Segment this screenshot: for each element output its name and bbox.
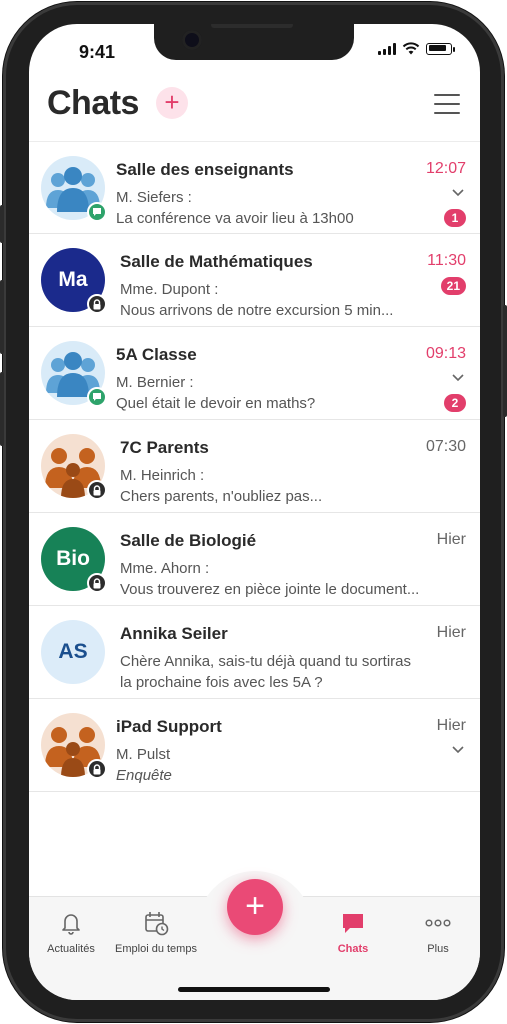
chat-preview: La conférence va avoir lieu à 13h00 (116, 210, 354, 227)
avatar-initials: AS (58, 640, 88, 663)
chat-time: 09:13 (425, 345, 466, 362)
volume-up-button (0, 280, 4, 354)
chat-sender: M. Heinrich : (120, 467, 205, 484)
mute-switch (0, 205, 4, 243)
wifi-icon (402, 42, 420, 55)
chat-row[interactable]: AS Annika Seiler Chère Annika, sais-tu d… (29, 606, 480, 699)
avatar-initials: Ma (58, 268, 88, 291)
tab-label: Emploi du temps (115, 943, 197, 955)
unread-badge: 1 (444, 209, 466, 227)
unread-badge: 21 (440, 277, 466, 295)
chevron-down-icon[interactable] (452, 743, 464, 755)
avatar: AS (41, 620, 105, 684)
menu-icon[interactable] (434, 94, 460, 114)
bell-icon (62, 914, 80, 935)
chat-row[interactable]: iPad Support M. Pulst Enquête Hier (29, 699, 480, 792)
chat-preview-line-1: Chère Annika, sais-tu déjà quand tu sort… (120, 653, 411, 670)
chat-preview: Enquête (116, 767, 172, 784)
tab-label: Plus (427, 943, 449, 955)
chat-row[interactable]: Salle des enseignants M. Siefers : La co… (29, 141, 480, 234)
chat-row[interactable]: Bio Salle de Biologié Mme. Ahorn : Vous … (29, 513, 480, 606)
tab-emploi-du-temps[interactable]: Emploi du temps (106, 909, 206, 955)
chat-preview: Chers parents, n'oubliez pas... (120, 488, 323, 505)
chat-preview: Vous trouverez en pièce jointe le docume… (120, 581, 420, 598)
battery-icon (426, 42, 455, 55)
chat-title: Annika Seiler (120, 624, 228, 643)
chat-time: Hier (436, 531, 466, 548)
unread-badge: 2 (444, 394, 466, 412)
tab-plus[interactable]: Plus (388, 909, 480, 955)
status-time: 9:41 (79, 42, 116, 62)
chat-preview-line-2: la prochaine fois avec les 5A ? (120, 674, 323, 691)
power-button (503, 305, 507, 417)
phone-screen: 9:41 Chats + Salle des enseignants M. Si… (29, 24, 480, 1000)
chat-time: Hier (436, 717, 466, 734)
chat-time: 12:07 (425, 160, 466, 177)
avatar-initials: Bio (56, 547, 90, 570)
front-camera (182, 30, 202, 50)
chat-sender: M. Pulst (116, 746, 171, 763)
page-title: Chats (47, 84, 139, 122)
header: Chats + (47, 84, 462, 128)
chat-title: 5A Classe (116, 345, 197, 364)
chat-title: 7C Parents (120, 438, 209, 457)
calendar-clock-icon (145, 912, 169, 936)
chat-title: Salle de Mathématiques (120, 252, 313, 271)
home-indicator[interactable] (178, 987, 330, 992)
chat-list: Salle des enseignants M. Siefers : La co… (29, 141, 480, 792)
more-dots-icon (425, 919, 451, 927)
chat-time: 11:30 (427, 252, 466, 269)
chat-title: Salle des enseignants (116, 160, 294, 179)
add-chat-button[interactable]: + (156, 87, 188, 119)
chat-preview: Quel était le devoir en maths? (116, 395, 316, 412)
chat-bubble-icon (343, 914, 363, 933)
chat-preview: Nous arrivons de notre excursion 5 min..… (120, 302, 394, 319)
tab-bar: + Actualités Emploi du temps Chats Plus (29, 871, 480, 1000)
chat-time: 07:30 (425, 438, 466, 455)
notch (154, 24, 354, 60)
lock-icon (87, 759, 107, 779)
chat-sender: Mme. Ahorn : (120, 560, 210, 577)
chat-sender: M. Siefers : (116, 189, 192, 206)
volume-down-button (0, 372, 4, 446)
chat-row[interactable]: 5A Classe M. Bernier : Quel était le dev… (29, 327, 480, 420)
chat-row[interactable]: 7C Parents M. Heinrich : Chers parents, … (29, 420, 480, 513)
speaker (211, 24, 293, 28)
chevron-down-icon[interactable] (452, 186, 464, 198)
chat-row[interactable]: Ma Salle de Mathématiques Mme. Dupont : … (29, 234, 480, 327)
new-chat-fab-button[interactable]: + (227, 879, 283, 935)
chat-title: Salle de Biologié (120, 531, 257, 550)
chat-sender: Mme. Dupont : (120, 281, 219, 298)
lock-icon (87, 480, 107, 500)
lock-icon (87, 573, 107, 593)
status-icons (378, 42, 455, 55)
chat-time: Hier (436, 624, 466, 641)
chat-badge-icon (87, 387, 107, 407)
cellular-signal-icon (378, 42, 396, 55)
chat-sender: M. Bernier : (116, 374, 194, 391)
lock-icon (87, 294, 107, 314)
chevron-down-icon[interactable] (452, 371, 464, 383)
chat-title: iPad Support (116, 717, 222, 736)
chat-badge-icon (87, 202, 107, 222)
